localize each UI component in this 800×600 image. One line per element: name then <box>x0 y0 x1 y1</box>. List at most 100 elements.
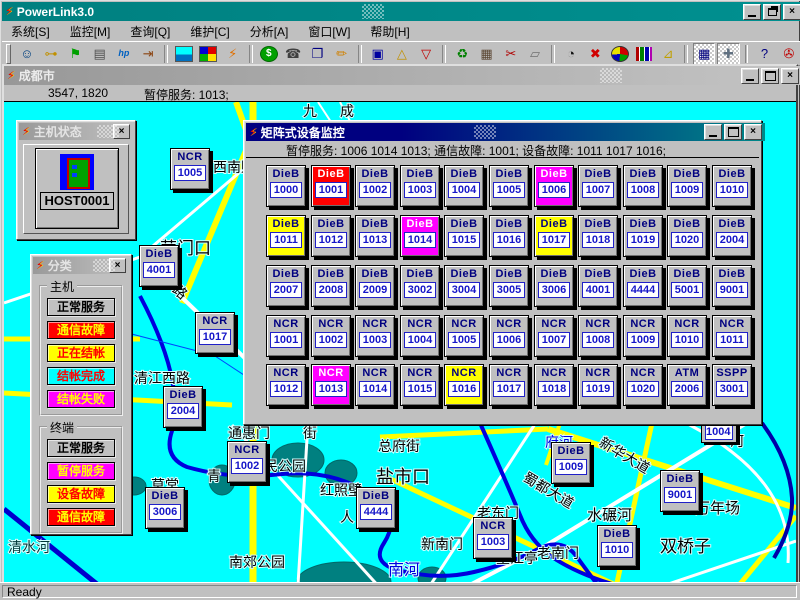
map-picture-icon[interactable] <box>173 43 195 65</box>
device-NCR-1008[interactable]: NCR1008 <box>578 315 618 357</box>
map-device-NCR-1017[interactable]: NCR1017 <box>195 312 235 354</box>
highlighter-icon[interactable]: ✏ <box>330 43 352 65</box>
device-DieB-2008[interactable]: DieB2008 <box>311 265 351 307</box>
maximize-button[interactable] <box>724 124 742 140</box>
device-DieB-1011[interactable]: DieB1011 <box>266 215 306 257</box>
minimize-button[interactable] <box>704 124 722 140</box>
device-DieB-3005[interactable]: DieB3005 <box>489 265 529 307</box>
device-DieB-1001[interactable]: DieB1001 <box>311 165 351 207</box>
cascade-windows-icon[interactable]: ❐ <box>306 43 328 65</box>
device-NCR-1003[interactable]: NCR1003 <box>355 315 395 357</box>
device-NCR-1010[interactable]: NCR1010 <box>667 315 707 357</box>
device-NCR-1006[interactable]: NCR1006 <box>489 315 529 357</box>
funnel-icon[interactable]: ▽ <box>415 43 437 65</box>
device-DieB-1009[interactable]: DieB1009 <box>667 165 707 207</box>
map-device-DieB-3006[interactable]: DieB3006 <box>145 487 185 529</box>
map-device-DieB-1009[interactable]: DieB1009 <box>551 442 591 484</box>
device-DieB-1007[interactable]: DieB1007 <box>578 165 618 207</box>
device-NCR-1015[interactable]: NCR1015 <box>400 364 440 406</box>
device-DieB-1019[interactable]: DieB1019 <box>623 215 663 257</box>
compass-view-icon[interactable]: ✚ <box>717 43 739 65</box>
minimize-button[interactable] <box>741 68 759 84</box>
device-DieB-1012[interactable]: DieB1012 <box>311 215 351 257</box>
phone-icon[interactable]: ☎ <box>282 43 304 65</box>
device-NCR-1005[interactable]: NCR1005 <box>444 315 484 357</box>
map-device-DieB-1010[interactable]: DieB1010 <box>597 525 637 567</box>
money-bag-icon[interactable]: $ <box>258 43 280 65</box>
eraser-icon[interactable]: ▱ <box>524 43 546 65</box>
device-NCR-1019[interactable]: NCR1019 <box>578 364 618 406</box>
device-DieB-1015[interactable]: DieB1015 <box>444 215 484 257</box>
device-DieB-2004[interactable]: DieB2004 <box>712 215 752 257</box>
device-DieB-1000[interactable]: DieB1000 <box>266 165 306 207</box>
menu-item-5[interactable]: 窗口[W] <box>299 21 359 42</box>
bridge-icon[interactable]: △ <box>391 43 413 65</box>
device-DieB-5001[interactable]: DieB5001 <box>667 265 707 307</box>
device-NCR-1002[interactable]: NCR1002 <box>311 315 351 357</box>
palette-icon[interactable] <box>197 43 219 65</box>
map-device-NCR-1005[interactable]: NCR1005 <box>170 148 210 190</box>
stamp-icon[interactable]: ▣ <box>367 43 389 65</box>
map-device-DieB-4444[interactable]: DieB4444 <box>356 487 396 529</box>
host-tile-button[interactable]: HOST0001 <box>35 148 119 229</box>
menu-item-2[interactable]: 查询[Q] <box>121 21 179 42</box>
printer-icon[interactable]: ▤ <box>89 43 111 65</box>
building-view-icon[interactable]: ▦ <box>693 43 715 65</box>
close-button[interactable]: × <box>744 124 762 140</box>
refresh-icon[interactable]: ♻ <box>451 43 473 65</box>
device-DieB-1004[interactable]: DieB1004 <box>444 165 484 207</box>
scissors-icon[interactable]: ✂ <box>500 43 522 65</box>
menu-item-1[interactable]: 监控[M] <box>61 21 120 42</box>
minimize-button[interactable] <box>743 4 761 20</box>
device-DieB-1006[interactable]: DieB1006 <box>534 165 574 207</box>
device-DieB-1010[interactable]: DieB1010 <box>712 165 752 207</box>
sailboat-icon[interactable]: ⊿ <box>657 43 679 65</box>
device-DieB-1005[interactable]: DieB1005 <box>489 165 529 207</box>
device-DieB-1020[interactable]: DieB1020 <box>667 215 707 257</box>
menu-item-0[interactable]: 系统[S] <box>2 21 59 42</box>
map-device-DieB-2004[interactable]: DieB2004 <box>163 386 203 428</box>
device-DieB-1013[interactable]: DieB1013 <box>355 215 395 257</box>
device-NCR-1016[interactable]: NCR1016 <box>444 364 484 406</box>
device-DieB-1016[interactable]: DieB1016 <box>489 215 529 257</box>
menu-item-6[interactable]: 帮助[H] <box>361 21 418 42</box>
bar-chart-icon[interactable] <box>633 43 655 65</box>
restore-button[interactable] <box>763 4 781 20</box>
toolbar-grip[interactable] <box>6 44 11 64</box>
device-DieB-1002[interactable]: DieB1002 <box>355 165 395 207</box>
device-DieB-4444[interactable]: DieB4444 <box>623 265 663 307</box>
device-NCR-1013[interactable]: NCR1013 <box>311 364 351 406</box>
user-icon[interactable]: ☺ <box>16 43 38 65</box>
flag-icon[interactable]: ⚑ <box>64 43 86 65</box>
device-NCR-1011[interactable]: NCR1011 <box>712 315 752 357</box>
device-DieB-2009[interactable]: DieB2009 <box>355 265 395 307</box>
tool-icon[interactable]: ✇ <box>778 43 800 65</box>
map-device-NCR-1002[interactable]: NCR1002 <box>227 441 267 483</box>
device-NCR-1012[interactable]: NCR1012 <box>266 364 306 406</box>
key-icon[interactable]: ⊶ <box>40 43 62 65</box>
menu-item-3[interactable]: 维护[C] <box>181 21 238 42</box>
device-SSPP-3001[interactable]: SSPP3001 <box>712 364 752 406</box>
device-DieB-3006[interactable]: DieB3006 <box>534 265 574 307</box>
device-DieB-2007[interactable]: DieB2007 <box>266 265 306 307</box>
close-button[interactable]: × <box>783 4 800 20</box>
map-device-DieB-4001[interactable]: DieB4001 <box>139 245 179 287</box>
device-NCR-1014[interactable]: NCR1014 <box>355 364 395 406</box>
device-NCR-1007[interactable]: NCR1007 <box>534 315 574 357</box>
device-NCR-1020[interactable]: NCR1020 <box>623 364 663 406</box>
menu-item-4[interactable]: 分析[A] <box>241 21 298 42</box>
lightning-icon[interactable]: ⚡ <box>222 43 244 65</box>
device-DieB-4001[interactable]: DieB4001 <box>578 265 618 307</box>
exit-door-icon[interactable]: ⇥ <box>137 43 159 65</box>
maximize-button[interactable] <box>761 68 779 84</box>
device-ATM-2006[interactable]: ATM2006 <box>667 364 707 406</box>
pie-chart-icon[interactable] <box>608 43 630 65</box>
device-DieB-9001[interactable]: DieB9001 <box>712 265 752 307</box>
map-device-NCR-1003[interactable]: NCR1003 <box>473 517 513 559</box>
delete-icon[interactable]: ✖ <box>584 43 606 65</box>
help-icon[interactable]: ? <box>753 43 775 65</box>
device-DieB-1014[interactable]: DieB1014 <box>400 215 440 257</box>
hp-logo-icon[interactable]: hp <box>113 43 135 65</box>
bank-icon[interactable]: ▦ <box>475 43 497 65</box>
device-NCR-1001[interactable]: NCR1001 <box>266 315 306 357</box>
